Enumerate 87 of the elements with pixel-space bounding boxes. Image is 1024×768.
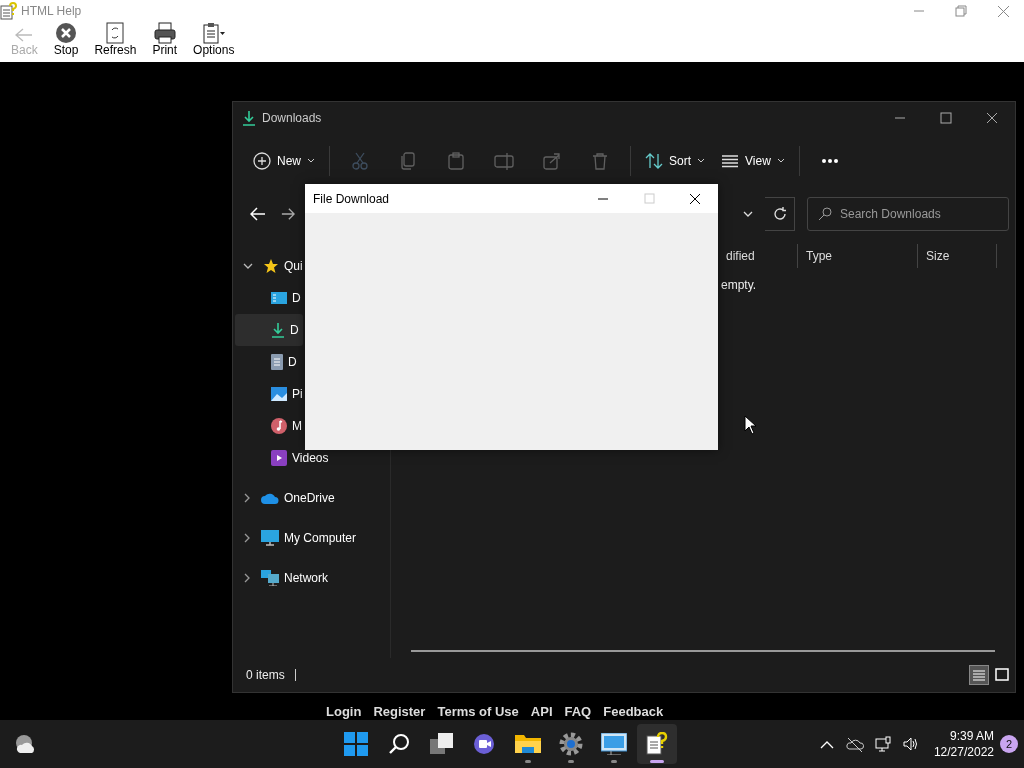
empty-message: empty. — [721, 277, 758, 294]
clock-date[interactable]: 12/27/2022 — [933, 744, 994, 761]
folder-icon[interactable] — [515, 733, 541, 755]
footer-link[interactable]: Terms of Use — [437, 702, 519, 722]
minimize-icon — [598, 197, 608, 200]
notification-badge[interactable]: 2 — [1000, 735, 1018, 753]
nav-item[interactable]: D — [235, 346, 303, 378]
search-field[interactable]: Search Downloads — [838, 204, 1008, 224]
new-button[interactable]: New — [245, 143, 323, 179]
network-icon — [261, 570, 279, 586]
right-arrow-icon — [281, 207, 295, 221]
search-icon[interactable] — [388, 733, 410, 755]
video-icon — [271, 450, 287, 466]
windows-logo-icon[interactable] — [344, 732, 368, 756]
document-icon — [271, 354, 283, 370]
nav-item[interactable]: My Computer — [235, 522, 390, 554]
dialog-title: File Download — [313, 190, 390, 208]
window-title: Downloads — [262, 109, 322, 127]
caret-icon — [697, 158, 706, 164]
clipboard-icon — [201, 22, 226, 44]
caret-icon — [307, 158, 315, 164]
lines-icon — [972, 669, 986, 681]
search-box[interactable]: Search Downloads — [807, 197, 1009, 231]
more-icon — [820, 158, 839, 164]
footer-link[interactable]: Login — [326, 702, 362, 722]
scissors-icon — [351, 152, 369, 170]
column-header[interactable]: Type — [798, 244, 918, 268]
column-header[interactable]: Size — [918, 244, 997, 268]
window-title: HTML Help — [21, 3, 82, 20]
nav-item[interactable]: OneDrive — [235, 482, 390, 514]
download-icon — [242, 109, 256, 126]
clipboard-icon — [447, 152, 465, 170]
search-icon — [818, 207, 832, 221]
minimize-icon — [914, 10, 924, 12]
minimize-icon — [895, 116, 905, 119]
desktop-icon — [271, 291, 287, 305]
toolbar-button[interactable]: Stop — [45, 22, 87, 58]
printer-icon — [153, 22, 176, 44]
nav-item[interactable]: Pi — [235, 378, 303, 410]
caret-icon — [742, 211, 753, 217]
nav-item[interactable]: Qui — [235, 250, 303, 282]
view-button[interactable]: View — [713, 143, 793, 179]
cursor-icon — [744, 415, 758, 435]
share-icon — [543, 152, 561, 170]
task-view-icon[interactable] — [430, 733, 454, 755]
rename-icon — [494, 152, 514, 170]
cloud-icon — [261, 492, 279, 504]
star-icon — [263, 258, 279, 274]
trash-icon — [591, 152, 609, 170]
sort-button[interactable]: Sort — [637, 143, 714, 179]
toolbar-button[interactable]: Print — [144, 22, 186, 58]
music-note-icon — [271, 418, 287, 434]
toolbar-button[interactable]: Options — [185, 22, 243, 58]
copy-icon — [399, 152, 417, 170]
nav-item[interactable]: Network — [235, 562, 390, 594]
download-icon — [271, 322, 285, 338]
remote-desktop-icon[interactable] — [601, 733, 627, 755]
network-icon — [873, 735, 892, 754]
monitor-icon — [261, 530, 279, 546]
gear-icon[interactable] — [559, 732, 583, 756]
nav-item[interactable]: D — [235, 314, 303, 346]
cloud-off-icon — [845, 735, 864, 754]
picture-icon — [271, 387, 287, 401]
square-icon — [995, 668, 1009, 682]
plus-circle-icon — [253, 152, 271, 170]
nav-item[interactable]: M — [235, 410, 303, 442]
footer-link[interactable]: API — [530, 702, 553, 722]
close-icon — [55, 22, 78, 44]
nav-item[interactable]: D — [235, 282, 303, 314]
nav-item[interactable]: Videos — [235, 442, 390, 474]
item-count: 0 items — [246, 667, 285, 684]
lines-icon — [721, 154, 740, 168]
caret-icon — [776, 158, 785, 164]
left-arrow-icon — [249, 207, 266, 221]
taskbar-button[interactable] — [637, 724, 677, 764]
help-document-icon[interactable] — [646, 732, 668, 756]
clock-time[interactable]: 9:39 AM — [949, 727, 994, 744]
toolbar-button[interactable]: Refresh — [86, 22, 145, 58]
footer-link[interactable]: Feedback — [603, 702, 664, 722]
footer-link[interactable]: FAQ — [564, 702, 592, 722]
sort-arrows-icon — [645, 152, 663, 170]
refresh-icon — [772, 207, 787, 221]
video-chat-icon[interactable] — [473, 733, 497, 755]
footer-link[interactable]: Register — [373, 702, 426, 722]
refresh-button[interactable] — [765, 197, 795, 231]
document-refresh-icon — [106, 22, 125, 44]
scrollbar[interactable] — [411, 650, 995, 652]
